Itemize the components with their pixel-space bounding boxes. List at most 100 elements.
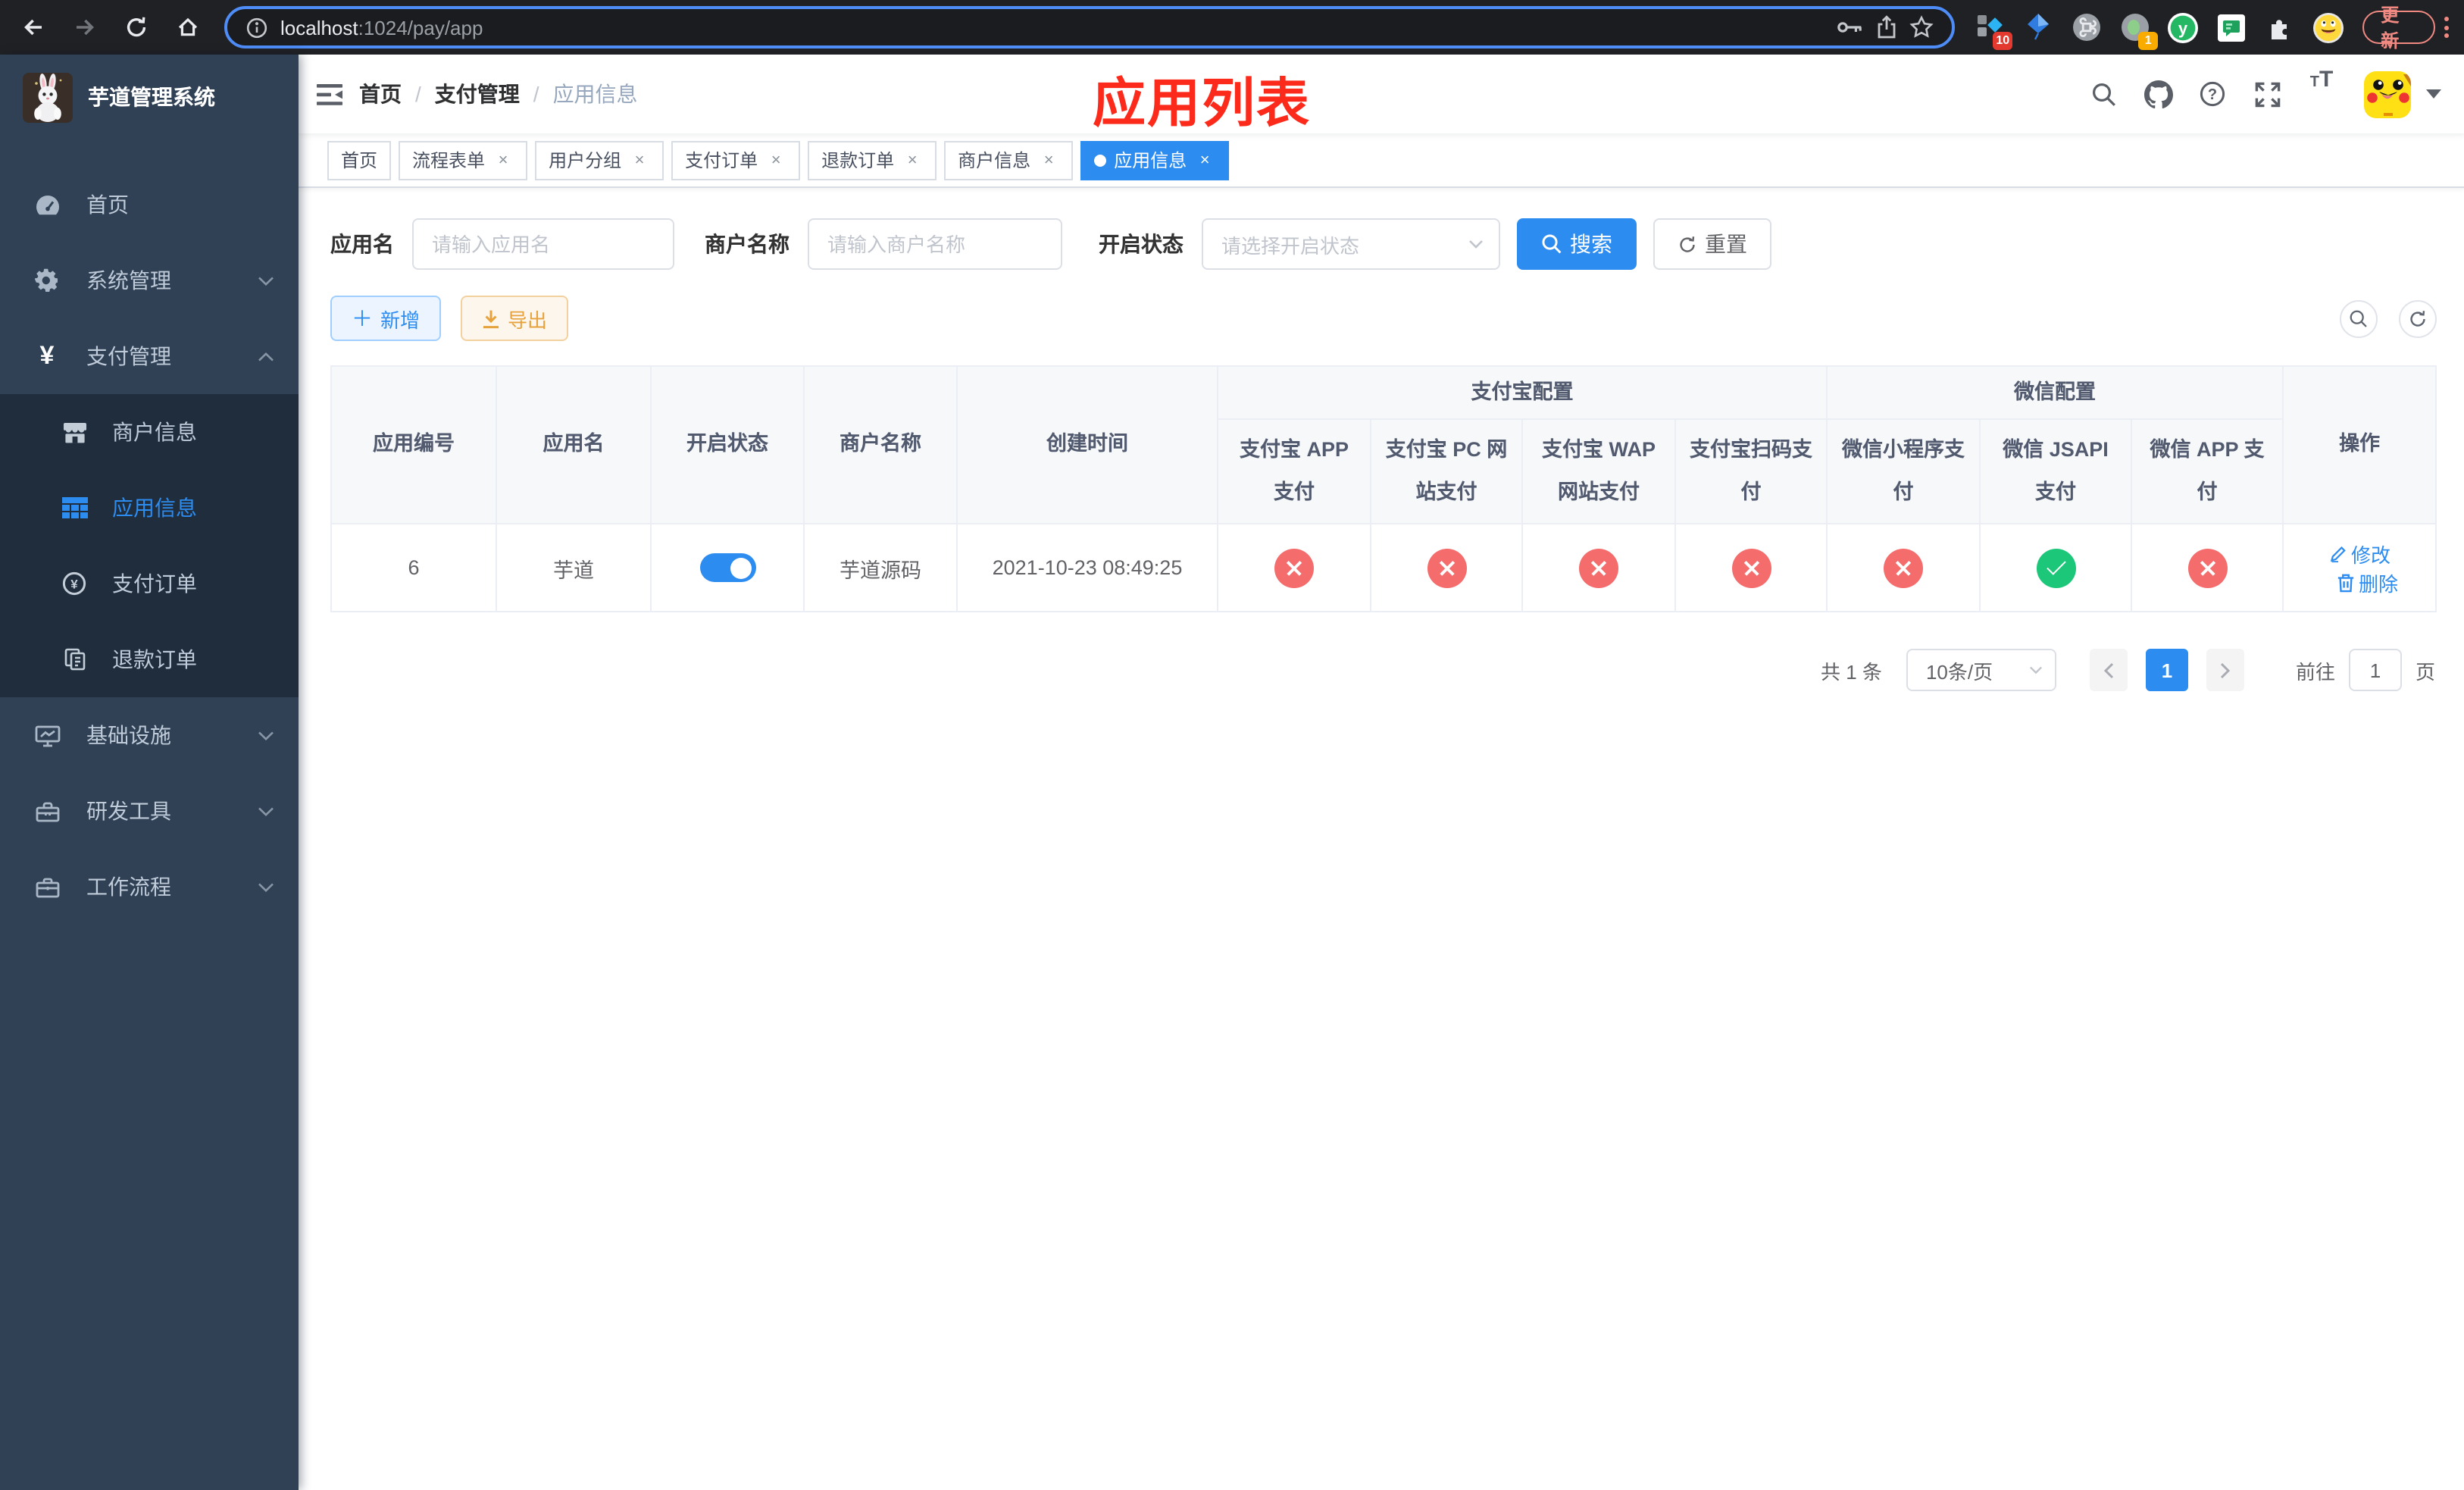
goto-page-input[interactable] [2348,649,2402,692]
tab-label: 退款订单 [821,150,895,171]
share-icon[interactable] [1876,15,1897,39]
col-wechat-mini: 微信小程序支付 [1826,418,1981,525]
user-avatar[interactable] [2364,70,2412,117]
top-navbar: 首页 / 支付管理 / 应用信息 应用列表 ? TT [299,55,2464,133]
tab-label: 支付订单 [685,150,758,171]
search-icon[interactable] [2082,67,2125,121]
extension-proxy-icon[interactable]: 1 [2118,11,2159,49]
logo-row[interactable]: 芋道管理系统 [0,55,299,139]
sidebar-item-payment[interactable]: ¥ 支付管理 [0,318,299,394]
browser-forward-icon[interactable] [70,12,100,42]
search-button-label: 搜索 [1570,232,1612,256]
site-info-icon[interactable] [245,16,268,39]
close-icon[interactable]: × [1038,149,1059,171]
extensions-puzzle-icon[interactable] [2264,11,2296,43]
breadcrumb-section[interactable]: 支付管理 [435,79,520,109]
status-alipay-qr [1685,548,1817,588]
cell-app-name: 芋道 [496,523,652,613]
hide-search-icon[interactable] [2340,299,2378,337]
url-text[interactable]: localhost:1024/pay/app [280,16,483,39]
search-button[interactable]: 搜索 [1517,218,1637,270]
pagination: 共 1 条 10条/页 1 前往 页 [330,649,2435,692]
status-select[interactable]: 请选择开启状态 [1202,218,1500,270]
close-icon[interactable]: × [1194,149,1215,171]
tab-pay-order[interactable]: 支付订单 × [671,140,801,180]
extension-notes-icon[interactable] [2215,11,2247,43]
col-wechat-jsapi: 微信 JSAPI 支付 [1979,418,2132,525]
tab-process-form[interactable]: 流程表单 × [399,140,528,180]
sidebar-collapse-icon[interactable] [299,55,359,133]
svg-text:y: y [2178,18,2188,37]
page-size-select[interactable]: 10条/页 [1906,649,2056,692]
add-button-label: 新增 [380,308,421,331]
add-button[interactable]: ＋ 新增 [330,296,442,341]
plus-icon: ＋ [352,306,373,330]
refresh-icon[interactable] [2399,299,2437,337]
extension-badge: 1 [2138,31,2159,49]
sidebar-item-refund-order[interactable]: 退款订单 [0,621,299,697]
font-size-icon[interactable]: TT [2300,67,2343,121]
fullscreen-icon[interactable] [2246,67,2288,121]
chevron-up-icon [258,351,274,362]
password-key-icon[interactable] [1837,18,1864,36]
delete-link[interactable]: 删除 [2336,568,2398,597]
next-page-button[interactable] [2206,649,2244,692]
page-unit-label: 页 [2415,660,2435,684]
monitor-icon [33,724,61,747]
browser-home-icon[interactable] [173,12,203,42]
extension-command-icon[interactable] [2070,11,2102,43]
sidebar-item-infra[interactable]: 基础设施 [0,697,299,773]
col-merchant: 商户名称 [803,365,958,525]
tags-view: 首页 流程表单 × 用户分组 × 支付订单 × 退款订单 × 商户信息 × 应用信息 × [299,133,2464,188]
chevron-down-icon [258,881,274,892]
tab-user-group[interactable]: 用户分组 × [535,140,664,180]
sidebar-item-home[interactable]: 首页 [0,167,299,243]
sidebar-item-pay-order[interactable]: ¥ 支付订单 [0,546,299,621]
tab-app-info[interactable]: 应用信息 × [1080,140,1230,180]
browser-menu-icon[interactable] [2444,16,2449,39]
sidebar-item-devtools[interactable]: 研发工具 [0,773,299,849]
app-title: 芋道管理系统 [88,85,215,109]
close-icon[interactable]: × [629,149,650,171]
tab-refund-order[interactable]: 退款订单 × [808,140,937,180]
extension-workflow-icon[interactable]: 10 [1973,11,2013,49]
browser-back-icon[interactable] [18,12,48,42]
merchant-name-input[interactable] [808,218,1062,270]
app-name-input[interactable] [412,218,674,270]
bookmark-star-icon[interactable] [1909,15,1934,39]
chevron-down-icon [258,806,274,816]
reset-button[interactable]: 重置 [1653,218,1771,270]
avatar-caret-icon[interactable] [2426,89,2442,99]
sidebar-item-workflow[interactable]: 工作流程 [0,849,299,925]
breadcrumb-home[interactable]: 首页 [359,79,402,109]
github-icon[interactable] [2137,67,2179,121]
edit-link[interactable]: 修改 [2328,540,2391,568]
chevron-down-icon [1468,239,1484,249]
sidebar-item-app-info[interactable]: 应用信息 [0,470,299,546]
close-icon[interactable]: × [492,149,514,171]
page-number-button[interactable]: 1 [2145,649,2188,692]
prev-page-button[interactable] [2089,649,2128,692]
tab-merchant-info[interactable]: 商户信息 × [944,140,1074,180]
col-actions: 操作 [2282,365,2437,525]
sidebar-item-merchant-info[interactable]: 商户信息 [0,394,299,470]
address-bar[interactable]: localhost:1024/pay/app [224,6,1956,49]
table-row: 6 芋道 芋道源码 2021-10-23 08:49:25 修改 删除 [330,523,2437,613]
close-icon[interactable]: × [765,149,786,171]
tab-home[interactable]: 首页 [327,140,392,180]
select-placeholder: 请选择开启状态 [1221,234,1360,257]
help-icon[interactable]: ? [2191,67,2234,121]
status-label: 开启状态 [1099,232,1184,256]
close-icon[interactable]: × [902,149,923,171]
pay-order-icon: ¥ [61,571,88,596]
browser-reload-icon[interactable] [121,12,152,42]
browser-update-button[interactable]: 更新 [2362,5,2435,52]
sidebar-item-label: 研发工具 [86,799,171,823]
extension-y-icon[interactable]: y [2167,11,2199,43]
sidebar-item-system[interactable]: 系统管理 [0,243,299,318]
extension-kite-icon[interactable] [2022,11,2053,43]
profile-avatar-icon[interactable] [2312,11,2344,43]
status-toggle[interactable] [699,553,755,583]
export-button[interactable]: 导出 [461,296,569,341]
col-alipay-pc: 支付宝 PC 网站支付 [1370,418,1523,525]
